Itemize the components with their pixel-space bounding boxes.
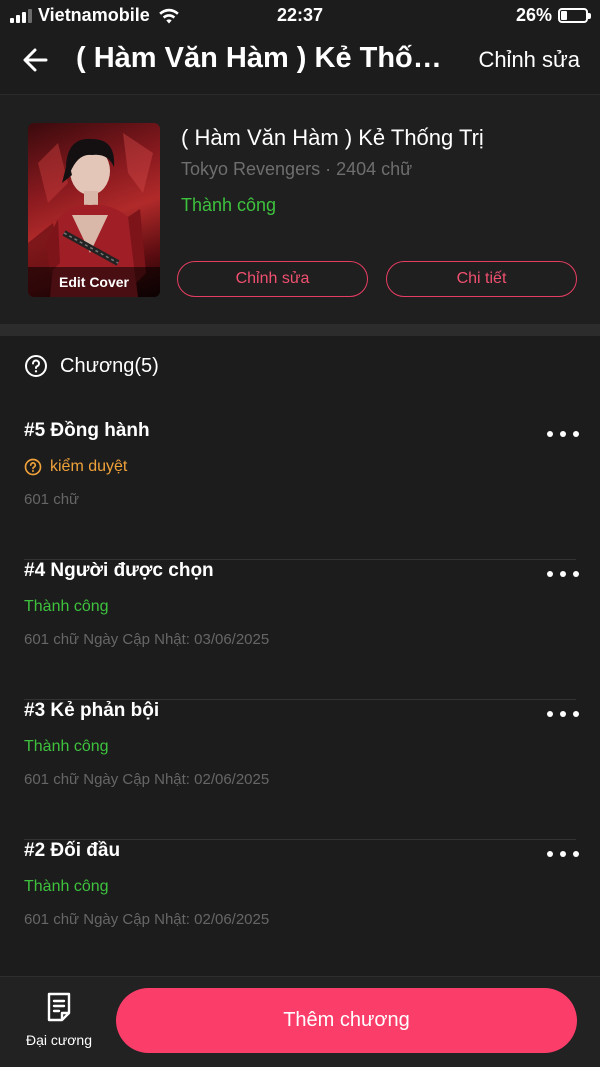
chapter-meta: 601 chữ Ngày Cập Nhật: 03/06/2025 [24, 631, 270, 648]
edit-cover-label[interactable]: Edit Cover [28, 267, 160, 297]
chapter-title: #4 Người được chọn [24, 560, 214, 581]
chapter-item[interactable]: #4 Người được chọn Thành công 601 chữ Ng… [0, 560, 600, 700]
status-bar: Vietnamobile 22:37 26% [0, 0, 600, 30]
battery-percent: 26% [515, 5, 552, 25]
bottom-action-bar: Đại cương Thêm chương [0, 976, 600, 1067]
chapter-item[interactable]: #5 Đồng hành kiểm duyệt 601 chữ [0, 420, 600, 560]
chapter-status-label: Thành công [24, 598, 109, 615]
review-pending-icon [24, 458, 42, 476]
more-options-icon[interactable] [546, 428, 580, 440]
nav-bar: ( Hàm Văn Hàm ) Kẻ Thống Trị Chỉnh sửa [0, 30, 600, 92]
story-cover[interactable]: Edit Cover [28, 123, 160, 297]
edit-story-button[interactable]: Chỉnh sửa [177, 261, 368, 297]
more-options-icon[interactable] [546, 708, 580, 720]
story-status: Thành công [181, 195, 277, 215]
story-detail-button[interactable]: Chi tiết [386, 261, 577, 297]
story-title: ( Hàm Văn Hàm ) Kẻ Thống Trị [181, 125, 484, 150]
outline-button[interactable]: Đại cương [16, 991, 102, 1048]
chapter-meta: 601 chữ Ngày Cập Nhật: 02/06/2025 [24, 771, 270, 788]
chapters-count-label: Chương(5) [60, 354, 159, 377]
page-title: ( Hàm Văn Hàm ) Kẻ Thống Trị [76, 42, 456, 74]
chapter-status: Thành công [24, 878, 109, 896]
chapter-title: #3 Kẻ phản bội [24, 700, 160, 721]
chapters-header: Chương(5) [24, 354, 159, 378]
question-circle-icon[interactable] [24, 354, 48, 378]
arrow-left-icon[interactable] [20, 44, 52, 76]
chapter-status-label: Thành công [24, 878, 109, 895]
chapter-item[interactable]: #3 Kẻ phản bội Thành công 601 chữ Ngày C… [0, 700, 600, 840]
story-header: Edit Cover ( Hàm Văn Hàm ) Kẻ Thống Trị … [0, 94, 600, 324]
clock: 22:37 [276, 5, 324, 25]
section-divider [0, 324, 600, 336]
outline-label: Đại cương [25, 1032, 93, 1048]
document-icon [47, 992, 71, 1022]
story-meta: Tokyo Revengers · 2404 chữ [181, 159, 413, 179]
chapter-status: Thành công [24, 598, 109, 616]
chapter-item[interactable]: #2 Đối đầu Thành công 601 chữ Ngày Cập N… [0, 840, 600, 980]
battery-icon [558, 8, 591, 23]
battery-fill [561, 11, 568, 20]
chapter-meta: 601 chữ Ngày Cập Nhật: 02/06/2025 [24, 911, 270, 928]
chapter-status-label: kiểm duyệt [50, 458, 128, 475]
chapter-status: kiểm duyệt [24, 458, 127, 476]
more-options-icon[interactable] [546, 848, 580, 860]
chapter-meta: 601 chữ [24, 491, 80, 508]
chapters-section: Chương(5) #5 Đồng hành kiểm duyệt 601 ch… [0, 336, 600, 980]
chapter-title: #2 Đối đầu [24, 840, 121, 861]
chapter-status: Thành công [24, 738, 109, 756]
nav-edit-button[interactable]: Chỉnh sửa [478, 47, 580, 73]
more-options-icon[interactable] [546, 568, 580, 580]
chapter-status-label: Thành công [24, 738, 109, 755]
chapter-title: #5 Đồng hành [24, 420, 150, 441]
battery-group: 26% [515, 5, 591, 26]
add-chapter-button[interactable]: Thêm chương [116, 988, 577, 1053]
